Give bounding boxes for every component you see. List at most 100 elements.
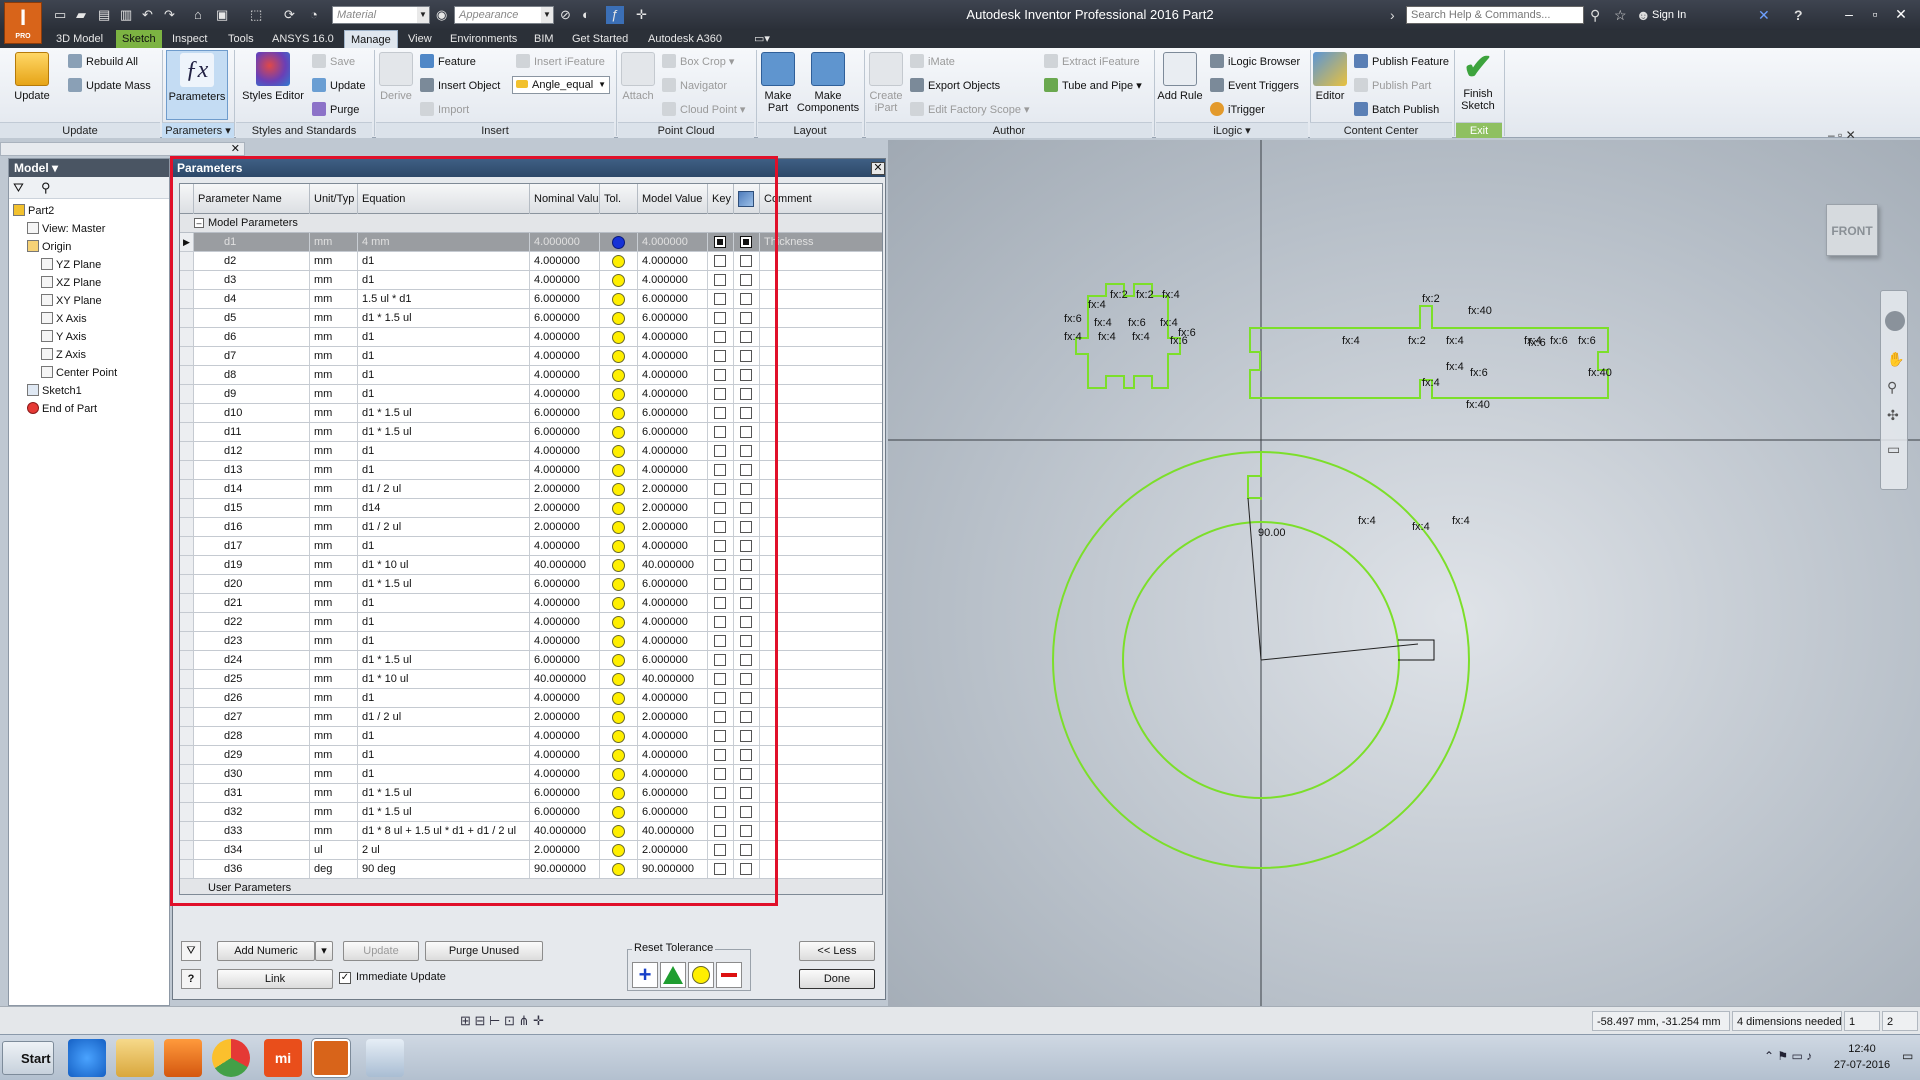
dimension-label[interactable]: fx:6 <box>1128 317 1146 329</box>
appearance-combo[interactable]: Appearance ▼ <box>454 6 554 24</box>
parameter-row[interactable]: d12 mm d1 4.000000 4.000000 <box>180 442 882 461</box>
tolerance-cell[interactable] <box>600 860 638 878</box>
tolerance-cell[interactable] <box>600 670 638 688</box>
export-cell[interactable] <box>734 822 760 840</box>
unit-cell[interactable]: mm <box>310 746 358 764</box>
parameter-row[interactable]: d25 mm d1 * 10 ul 40.000000 40.000000 <box>180 670 882 689</box>
tab-tools[interactable]: Tools <box>222 30 260 48</box>
key-cell[interactable] <box>708 765 734 783</box>
key-checkbox[interactable] <box>714 654 726 666</box>
make-components-button[interactable]: Make Components <box>796 52 860 114</box>
export-checkbox[interactable] <box>740 407 752 419</box>
import-button[interactable]: Import <box>420 102 469 117</box>
tolerance-cell[interactable] <box>600 290 638 308</box>
update-big-button[interactable]: Update <box>8 52 56 102</box>
tolerance-indicator-icon[interactable] <box>612 540 625 553</box>
export-checkbox[interactable] <box>740 293 752 305</box>
comment-cell[interactable] <box>760 765 882 783</box>
dimension-label[interactable]: fx:4 <box>1160 317 1178 329</box>
dimension-label[interactable]: fx:2 <box>1136 289 1154 301</box>
unit-cell[interactable]: mm <box>310 575 358 593</box>
export-cell[interactable] <box>734 784 760 802</box>
tree-item[interactable]: View: Master <box>27 221 105 237</box>
key-cell[interactable] <box>708 746 734 764</box>
find-icon[interactable]: ⚲ <box>41 180 51 196</box>
row-selector[interactable] <box>180 290 194 308</box>
unit-cell[interactable]: mm <box>310 366 358 384</box>
export-checkbox[interactable] <box>740 844 752 856</box>
key-cell[interactable] <box>708 480 734 498</box>
unit-cell[interactable]: mm <box>310 765 358 783</box>
dimension-label[interactable]: fx:4 <box>1088 299 1106 311</box>
binoculars-icon[interactable]: ⚲ <box>1590 6 1600 24</box>
publish-part-button[interactable]: Publish Part <box>1354 78 1431 93</box>
tolerance-cell[interactable] <box>600 746 638 764</box>
export-checkbox[interactable] <box>740 369 752 381</box>
parameter-row[interactable]: d26 mm d1 4.000000 4.000000 <box>180 689 882 708</box>
comment-cell[interactable] <box>760 442 882 460</box>
tolerance-indicator-icon[interactable] <box>612 635 625 648</box>
key-cell[interactable] <box>708 651 734 669</box>
export-cell[interactable] <box>734 366 760 384</box>
row-selector[interactable] <box>180 480 194 498</box>
key-checkbox[interactable] <box>714 236 726 248</box>
export-cell[interactable] <box>734 499 760 517</box>
parameter-row[interactable]: d34 ul 2 ul 2.000000 2.000000 <box>180 841 882 860</box>
navigator-button[interactable]: Navigator <box>662 78 727 93</box>
key-checkbox[interactable] <box>714 692 726 704</box>
purge-unused-button[interactable]: Purge Unused <box>425 941 543 961</box>
parameter-row[interactable]: d29 mm d1 4.000000 4.000000 <box>180 746 882 765</box>
help-search-input[interactable]: Search Help & Commands... <box>1406 6 1584 24</box>
dimension-label[interactable]: fx:4 <box>1412 521 1430 533</box>
key-cell[interactable] <box>708 423 734 441</box>
key-checkbox[interactable] <box>714 597 726 609</box>
unit-cell[interactable]: mm <box>310 556 358 574</box>
tree-item[interactable]: Y Axis <box>41 329 86 345</box>
row-selector[interactable] <box>180 860 194 878</box>
export-checkbox[interactable] <box>740 464 752 476</box>
model-browser-header[interactable]: Model ▾ <box>9 159 169 177</box>
row-selector[interactable] <box>180 632 194 650</box>
unit-cell[interactable]: mm <box>310 670 358 688</box>
exchange-icon[interactable]: ✕ <box>1758 6 1770 24</box>
sign-in-link[interactable]: Sign In <box>1652 6 1686 24</box>
star-icon[interactable]: ☆ <box>1614 6 1627 24</box>
undo-icon[interactable]: ↶ <box>142 6 153 24</box>
key-cell[interactable] <box>708 670 734 688</box>
dimension-label[interactable]: fx:2 <box>1110 289 1128 301</box>
tab-get-started[interactable]: Get Started <box>566 30 634 48</box>
row-selector[interactable] <box>180 385 194 403</box>
tolerance-indicator-icon[interactable] <box>612 369 625 382</box>
chevron-right-icon[interactable]: › <box>1390 6 1395 24</box>
graphics-viewport[interactable]: fx:2 fx:40 fx:4 fx:2 fx:2 fx:4 fx:4 fx:6 fx:4 fx:… <box>888 128 1920 1006</box>
equation-cell[interactable]: d1 * 1.5 ul <box>358 309 530 327</box>
unit-cell[interactable]: mm <box>310 480 358 498</box>
tolerance-indicator-icon[interactable] <box>612 787 625 800</box>
tolerance-indicator-icon[interactable] <box>612 388 625 401</box>
dimension-label[interactable]: fx:6 <box>1550 335 1568 347</box>
key-checkbox[interactable] <box>714 312 726 324</box>
export-checkbox[interactable] <box>740 654 752 666</box>
export-cell[interactable] <box>734 385 760 403</box>
unit-cell[interactable]: mm <box>310 594 358 612</box>
update-button[interactable]: Update <box>343 941 419 961</box>
new-file-icon[interactable]: ▭ <box>54 6 66 24</box>
adjust-icon[interactable]: ◐ <box>582 6 590 24</box>
parameter-row[interactable]: d13 mm d1 4.000000 4.000000 <box>180 461 882 480</box>
key-cell[interactable] <box>708 822 734 840</box>
upper-tolerance-button[interactable]: + <box>632 962 658 988</box>
viewport-controls[interactable]: – ▫ ✕ <box>1828 128 1856 142</box>
tolerance-indicator-icon[interactable] <box>612 673 625 686</box>
equation-cell[interactable]: d1 / 2 ul <box>358 518 530 536</box>
unit-cell[interactable]: mm <box>310 727 358 745</box>
attach-button[interactable]: Attach <box>620 52 656 102</box>
less-button[interactable]: << Less <box>799 941 875 961</box>
dimension-label[interactable]: fx:4 <box>1162 289 1180 301</box>
export-cell[interactable] <box>734 347 760 365</box>
key-cell[interactable] <box>708 860 734 878</box>
create-ipart-button[interactable]: Create iPart <box>868 52 904 114</box>
row-selector[interactable] <box>180 575 194 593</box>
equation-cell[interactable]: d1 * 10 ul <box>358 670 530 688</box>
export-checkbox[interactable] <box>740 559 752 571</box>
parameter-row[interactable]: d19 mm d1 * 10 ul 40.000000 40.000000 <box>180 556 882 575</box>
